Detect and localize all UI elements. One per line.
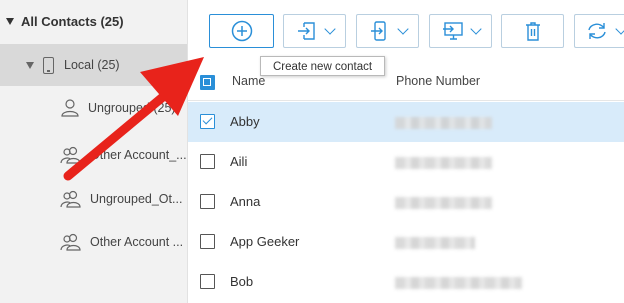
row-checkbox[interactable]: [200, 194, 215, 209]
phone-icon: [43, 56, 54, 74]
column-header-name[interactable]: Name: [232, 74, 265, 88]
group-label: Other Account_...: [90, 148, 187, 162]
group-item-ungrouped-other[interactable]: Ungrouped_Ot...: [0, 179, 187, 219]
import-button[interactable]: [283, 14, 346, 48]
contact-name: Aili: [230, 154, 248, 169]
row-checkbox[interactable]: [200, 154, 215, 169]
table-row[interactable]: Abby: [188, 102, 624, 142]
table-row[interactable]: App Geeker: [188, 222, 624, 262]
export-device-icon: [370, 21, 386, 41]
people-group-icon: [60, 233, 81, 251]
delete-icon: [525, 22, 540, 41]
blurred-phone-number: [395, 277, 522, 289]
import-icon: [297, 22, 315, 40]
blurred-phone-number: [395, 197, 492, 209]
delete-button[interactable]: [501, 14, 564, 48]
blurred-phone-number: [395, 117, 492, 129]
column-header-phone[interactable]: Phone Number: [396, 74, 480, 88]
all-contacts-label: All Contacts (25): [21, 13, 124, 29]
row-checkbox[interactable]: [200, 234, 215, 249]
chevron-down-icon: [396, 22, 409, 35]
refresh-button[interactable]: [574, 14, 624, 48]
local-label: Local (25): [64, 58, 120, 72]
group-item-other-account-1[interactable]: Other Account_...: [0, 135, 187, 175]
sidebar: All Contacts (25) Local (25) Ungrouped (…: [0, 0, 188, 303]
group-item-other-account-2[interactable]: Other Account ...: [0, 222, 187, 262]
tree-item-all-contacts[interactable]: All Contacts (25): [0, 0, 187, 42]
group-label: Ungrouped_Ot...: [90, 192, 183, 206]
refresh-icon: [587, 23, 606, 39]
row-checkbox[interactable]: [200, 274, 215, 289]
chevron-down-icon: [614, 22, 624, 35]
people-group-icon: [60, 146, 81, 164]
contact-name: Bob: [230, 274, 254, 289]
export-computer-icon: [442, 22, 463, 40]
collapse-triangle-icon[interactable]: [26, 61, 34, 69]
tooltip: Create new contact: [260, 56, 385, 76]
collapse-triangle-icon[interactable]: [6, 17, 14, 25]
blurred-phone-number: [395, 157, 492, 169]
tree-item-local[interactable]: Local (25): [0, 44, 187, 86]
table-row[interactable]: Anna: [188, 182, 624, 222]
contact-name: Anna: [230, 194, 261, 209]
people-group-icon: [60, 190, 81, 208]
blurred-phone-number: [395, 237, 475, 249]
table-header: Name Phone Number: [188, 64, 624, 101]
group-label: Other Account ...: [90, 235, 184, 249]
export-to-device-button[interactable]: [356, 14, 419, 48]
group-item-ungrouped[interactable]: Ungrouped (25): [0, 88, 187, 128]
chevron-down-icon: [469, 22, 482, 35]
table-row[interactable]: Aili: [188, 142, 624, 182]
group-label: Ungrouped (25): [88, 101, 176, 115]
toolbar: [188, 0, 624, 64]
contact-name: Abby: [230, 114, 260, 129]
row-checkbox[interactable]: [200, 114, 215, 129]
add-contact-button[interactable]: [209, 14, 274, 48]
chevron-down-icon: [323, 22, 336, 35]
table-row[interactable]: Bob: [188, 262, 624, 302]
add-icon: [231, 20, 252, 42]
contact-name: App Geeker: [230, 234, 300, 249]
person-icon: [61, 99, 79, 117]
export-to-computer-button[interactable]: [429, 14, 492, 48]
select-all-checkbox[interactable]: [200, 75, 215, 90]
